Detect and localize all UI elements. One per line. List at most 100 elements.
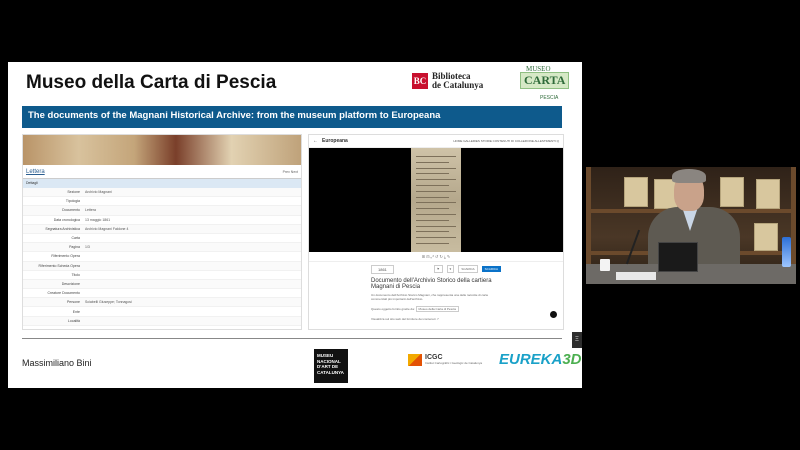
handwriting-line xyxy=(416,243,449,244)
provider-line: Questo oggetto fornito grazie da: Museo … xyxy=(309,306,563,312)
icgc-name: ICGC xyxy=(425,354,443,361)
record-field-row: Riferimento Opera xyxy=(23,252,301,262)
footer-divider xyxy=(22,338,562,339)
record-field-row: Ente xyxy=(23,307,301,317)
record-field-row: Documento Lettera xyxy=(23,206,301,216)
provider-name: Museo della Carta di Pescia xyxy=(415,306,459,312)
field-label: Sezione xyxy=(67,190,80,195)
field-label: Pagina xyxy=(69,245,80,250)
record-nav-buttons: Prev Next xyxy=(282,169,298,174)
speaker-hair xyxy=(672,169,706,183)
flag-icon: ⚑ xyxy=(433,265,443,273)
biblioteca-de-catalunya-logo: BC Biblioteca de Catalunya xyxy=(412,72,483,90)
field-label: Segnatura Archivistica xyxy=(45,226,80,231)
presentation-slide: Museo della Carta di Pescia BC Bibliotec… xyxy=(8,62,582,388)
record-header: Lettera Prev Next xyxy=(23,165,301,179)
record-title: Lettera xyxy=(26,168,45,175)
record-field-row: Titolo xyxy=(23,271,301,280)
laptop xyxy=(658,242,698,272)
record-field-row: Creatore Documento xyxy=(23,289,301,299)
slide-banner: The documents of the Magnani Historical … xyxy=(22,106,562,128)
record-field-row: Carta xyxy=(23,234,301,244)
record-field-row: Sezione Archivio Magnani xyxy=(23,188,301,198)
biblioteca-mark: BC xyxy=(412,73,428,89)
field-label: Documento xyxy=(62,208,80,213)
record-field-row: Data cronologica 13 maggio 1861 xyxy=(23,216,301,225)
field-label: Data cronologica xyxy=(53,217,80,222)
handwriting-line xyxy=(416,161,449,163)
field-label: Ente xyxy=(72,309,80,314)
field-value: Archivio Magnani xyxy=(85,190,112,195)
europeana-nav: ← Europeana HOME GALLERIES STORIE CONTEN… xyxy=(309,135,563,148)
speaker-video-feed xyxy=(586,167,796,284)
shelf-folder xyxy=(624,177,648,207)
museo-logo-line3: PESCIA xyxy=(540,95,559,101)
provider-label: Questo oggetto fornito grazie da: xyxy=(371,307,415,311)
heart-icon: ♥ xyxy=(446,265,455,273)
icgc-mark-icon xyxy=(408,354,422,366)
mnac-logo: MUSEU NACIONAL D'ART DE CATALUNYA xyxy=(314,349,348,383)
record-field-row: Pagina 1/3 xyxy=(23,243,301,253)
presenter-name: Massimiliano Bini xyxy=(22,358,92,368)
field-label: Tipologia xyxy=(65,199,80,204)
item-description: Un documento dell'Archivio Storico Magna… xyxy=(371,293,489,301)
handwriting-line xyxy=(416,214,456,215)
screen: Museo della Carta di Pescia BC Bibliotec… xyxy=(0,0,800,450)
handwriting-line xyxy=(416,208,449,210)
handwriting-line xyxy=(416,173,449,175)
field-label: Creatore Documento xyxy=(47,291,81,296)
icgc-subtitle: Institut Cartogràfic i Geològic de Catal… xyxy=(425,361,483,365)
back-arrow-icon: ← xyxy=(313,138,318,144)
field-label: Località xyxy=(67,318,80,323)
field-value: Lettera xyxy=(85,208,96,213)
field-label: Riferimento Opera xyxy=(51,254,80,259)
handwriting-line xyxy=(416,167,456,169)
eureka-num: 3D xyxy=(562,351,582,368)
document-viewer xyxy=(309,148,563,252)
handwriting-line xyxy=(416,219,449,221)
record-field-row: Persone Sciabelli Giuseppe; Tonnagosi xyxy=(23,298,301,308)
handwriting-line xyxy=(416,190,456,192)
field-label: Descrizione xyxy=(61,281,80,286)
field-label: Persone xyxy=(66,300,80,305)
record-field-row: Tipologia xyxy=(23,197,301,207)
museum-platform-screenshot: Lettera Prev Next Dettagli Sezione Archiv… xyxy=(22,134,302,330)
museo-logo-line2: CARTA xyxy=(520,72,570,89)
biblioteca-text: Biblioteca de Catalunya xyxy=(432,72,483,90)
header-photo xyxy=(23,135,301,165)
field-label: Carta xyxy=(71,236,80,241)
field-value: 13 maggio 1861 xyxy=(85,217,111,222)
record-fields: Sezione Archivio Magnani Tipologia Document… xyxy=(23,188,301,326)
record-field-row: Riferimento Scheda Opera xyxy=(23,261,301,271)
item-year: 1861 xyxy=(371,264,394,274)
eureka3d-logo: EUREKA3D xyxy=(499,351,582,368)
record-field-row: Segnatura Archivistica Archivio Magnani F… xyxy=(23,224,301,234)
biblioteca-line2: de Catalunya xyxy=(432,80,484,90)
record-field-row: Descrizione xyxy=(23,279,301,290)
handwriting-line xyxy=(416,202,456,204)
side-menu-tab[interactable]: Ξ xyxy=(572,332,582,348)
shelf-folder xyxy=(720,177,744,207)
manuscript-image xyxy=(411,148,461,252)
share-chip: SCARICA xyxy=(458,265,478,273)
shelf-folder xyxy=(754,223,778,251)
field-value: Archivio Magnani Faldone 4 xyxy=(85,226,129,231)
record-selected-tab: Dettagli xyxy=(23,179,301,188)
cup xyxy=(600,259,610,271)
handwriting-line xyxy=(416,237,456,239)
shelf-folder xyxy=(756,179,780,209)
slide-title: Museo della Carta di Pescia xyxy=(26,72,277,93)
item-title: Documento dell'Archivio Storico della ca… xyxy=(371,278,492,290)
mnac-line: CATALUNYA xyxy=(317,369,344,375)
icgc-logo: ICGC Institut Cartogràfic i Geològic de … xyxy=(408,354,482,366)
nameplate xyxy=(616,272,656,280)
download-button: SCARICA xyxy=(481,266,501,272)
water-bottle xyxy=(782,237,791,267)
field-label: Riferimento Scheda Opera xyxy=(38,263,80,268)
handwriting-line xyxy=(416,231,449,233)
eureka-word: EUREKA xyxy=(499,351,563,368)
item-meta-bar: 1861 ⚑ ♥ SCARICA SCARICA xyxy=(309,262,563,276)
europeana-screenshot: ← Europeana HOME GALLERIES STORIE CONTEN… xyxy=(308,134,564,330)
europeana-nav-links: HOME GALLERIES STORIE CONTENUTI DI COLLE… xyxy=(453,139,559,143)
handwriting-line xyxy=(416,179,456,181)
